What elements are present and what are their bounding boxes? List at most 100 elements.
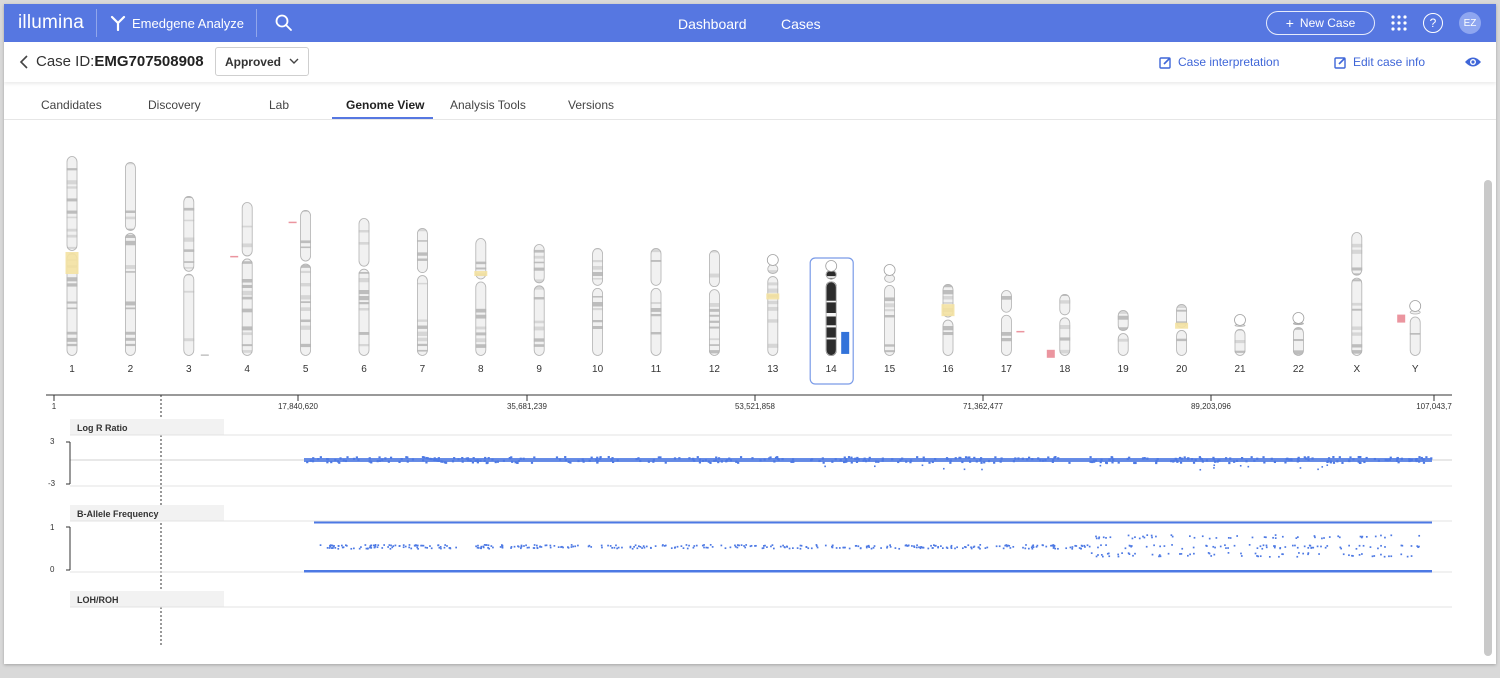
chromosome-15[interactable]: 15 [883,264,896,376]
chromosome-label: 1 [69,364,75,375]
b-allele-frequency-track: B-Allele Frequency 1 0 [50,505,1452,574]
apps-grid-icon[interactable] [1390,14,1408,32]
chromosome-19[interactable]: 19 [1118,310,1130,375]
chromosome-22[interactable]: 22 [1292,312,1305,376]
chromosome-label: 9 [536,364,542,375]
chromosome-14[interactable]: 14 [809,257,854,385]
variant-marker[interactable] [288,221,297,224]
variant-marker[interactable] [474,271,488,277]
chromosome-label: Y [1412,364,1419,375]
chromosome-label: X [1353,364,1360,375]
vertical-scrollbar[interactable] [1484,180,1492,656]
chromosome-10[interactable]: 10 [592,248,604,375]
chromosome-label: 17 [1001,364,1013,375]
tab-analysis-tools[interactable]: Analysis Tools [450,98,526,112]
chromosome-16[interactable]: 16 [942,284,954,375]
case-status-dropdown[interactable]: Approved [215,47,309,76]
position-ruler: 1 17,840,620 35,681,239 53,521,858 71,362,47… [46,394,1452,411]
case-interpretation-button[interactable]: Case interpretation [1159,55,1279,69]
user-avatar[interactable]: EZ [1459,12,1481,34]
variant-marker[interactable] [941,304,955,317]
nav-cases[interactable]: Cases [781,16,821,32]
variant-marker[interactable] [766,293,780,300]
chromosome-8[interactable]: 8 [475,238,487,375]
chromosome-17[interactable]: 17 [1001,290,1013,375]
loh-roh-track: LOH/ROH [70,591,1452,608]
chromosome-label: 12 [709,364,721,375]
variant-marker[interactable] [1046,349,1055,358]
tab-genome-view[interactable]: Genome View [346,98,424,112]
chromosome-label: 20 [1176,364,1188,375]
new-case-label: New Case [1299,16,1356,30]
chromosome-2[interactable]: 2 [124,162,136,375]
variant-marker[interactable] [1175,322,1189,329]
loh-roh-label: LOH/ROH [77,595,119,605]
app-switcher[interactable]: Emedgene Analyze [110,15,244,31]
chromosome-9[interactable]: 9 [533,244,545,375]
chromosome-3[interactable]: 3 [183,196,195,375]
genome-view-panel: 1 2 3 4 5 6 7 8 9 10 11 12 13 14 15 16 17 18 19 20 21 22 X Y 11… [46,156,1452,646]
variant-marker[interactable] [200,354,209,356]
chromosome-18[interactable]: 18 [1059,294,1071,375]
new-case-button[interactable]: + New Case [1266,11,1375,35]
chromosome-4[interactable]: 4 [241,202,253,375]
chromosome-label: 21 [1234,364,1246,375]
eye-icon[interactable] [1464,55,1482,69]
chromosome-12[interactable]: 12 [709,250,721,375]
help-icon[interactable]: ? [1423,13,1443,33]
chromosome-label: 11 [651,364,662,375]
variant-marker[interactable] [230,255,239,258]
edit-case-info-label: Edit case info [1353,55,1426,69]
variant-marker[interactable] [1016,330,1025,333]
case-id-value: EMG707508908 [94,53,204,70]
chromosome-label: 18 [1059,364,1071,375]
ruler-tick-label: 89,203,096 [1191,402,1232,411]
baf-data-points [304,521,1432,573]
illumina-logo[interactable]: illumina [18,12,84,34]
app-name: Emedgene Analyze [132,15,245,31]
chromosome-label: 7 [420,364,426,375]
b-allele-frequency-label: B-Allele Frequency [77,509,159,519]
chromosome-7[interactable]: 7 [416,228,428,375]
emedgene-logo-icon [110,15,126,31]
chromosome-y[interactable]: Y [1409,300,1422,376]
edit-icon [1159,56,1171,69]
variant-marker[interactable] [1397,314,1406,323]
chromosome-5[interactable]: 5 [300,210,312,375]
variant-marker[interactable] [65,252,79,274]
chromosome-label: 16 [942,364,954,375]
ruler-tick-label: 71,362,477 [963,402,1004,411]
case-header: Case ID:EMG707508908 Approved Case inter… [4,42,1496,82]
chromosome-x[interactable]: X [1351,232,1363,375]
chromosome-label: 5 [303,364,309,375]
chromosome-21[interactable]: 21 [1234,314,1246,376]
ruler-tick-label: 53,521,858 [735,402,776,411]
tab-candidates[interactable]: Candidates [41,98,102,112]
plus-icon: + [1285,15,1294,31]
chromosome-label: 8 [478,364,484,375]
tab-discovery[interactable]: Discovery [148,98,201,112]
variant-marker[interactable] [841,331,850,354]
ruler-tick-label: 35,681,239 [507,402,548,411]
baf-axis-top: 1 [50,523,55,532]
search-icon[interactable] [274,13,294,33]
back-chevron-icon[interactable] [18,54,30,70]
chromosome-label: 15 [884,364,896,375]
log-r-ratio-track: Log R Ratio 3 -3 [48,419,1452,488]
chromosome-label: 19 [1118,364,1130,375]
chromosome-13[interactable]: 13 [766,254,779,376]
edit-case-info-button[interactable]: Edit case info [1334,55,1425,69]
active-tab-indicator [332,117,433,119]
edit-icon [1334,56,1346,69]
lrr-data-points [304,456,1433,471]
tab-lab[interactable]: Lab [269,98,289,112]
tab-versions[interactable]: Versions [568,98,614,112]
chromosome-6[interactable]: 6 [358,218,370,375]
chromosome-11[interactable]: 11 [650,248,662,375]
chromosome-20[interactable]: 20 [1176,304,1188,375]
chromosome-label: 2 [128,364,134,375]
case-id-title: Case ID:EMG707508908 [36,53,204,70]
divider [256,9,257,37]
nav-dashboard[interactable]: Dashboard [678,16,747,32]
baf-axis-bottom: 0 [50,565,55,574]
